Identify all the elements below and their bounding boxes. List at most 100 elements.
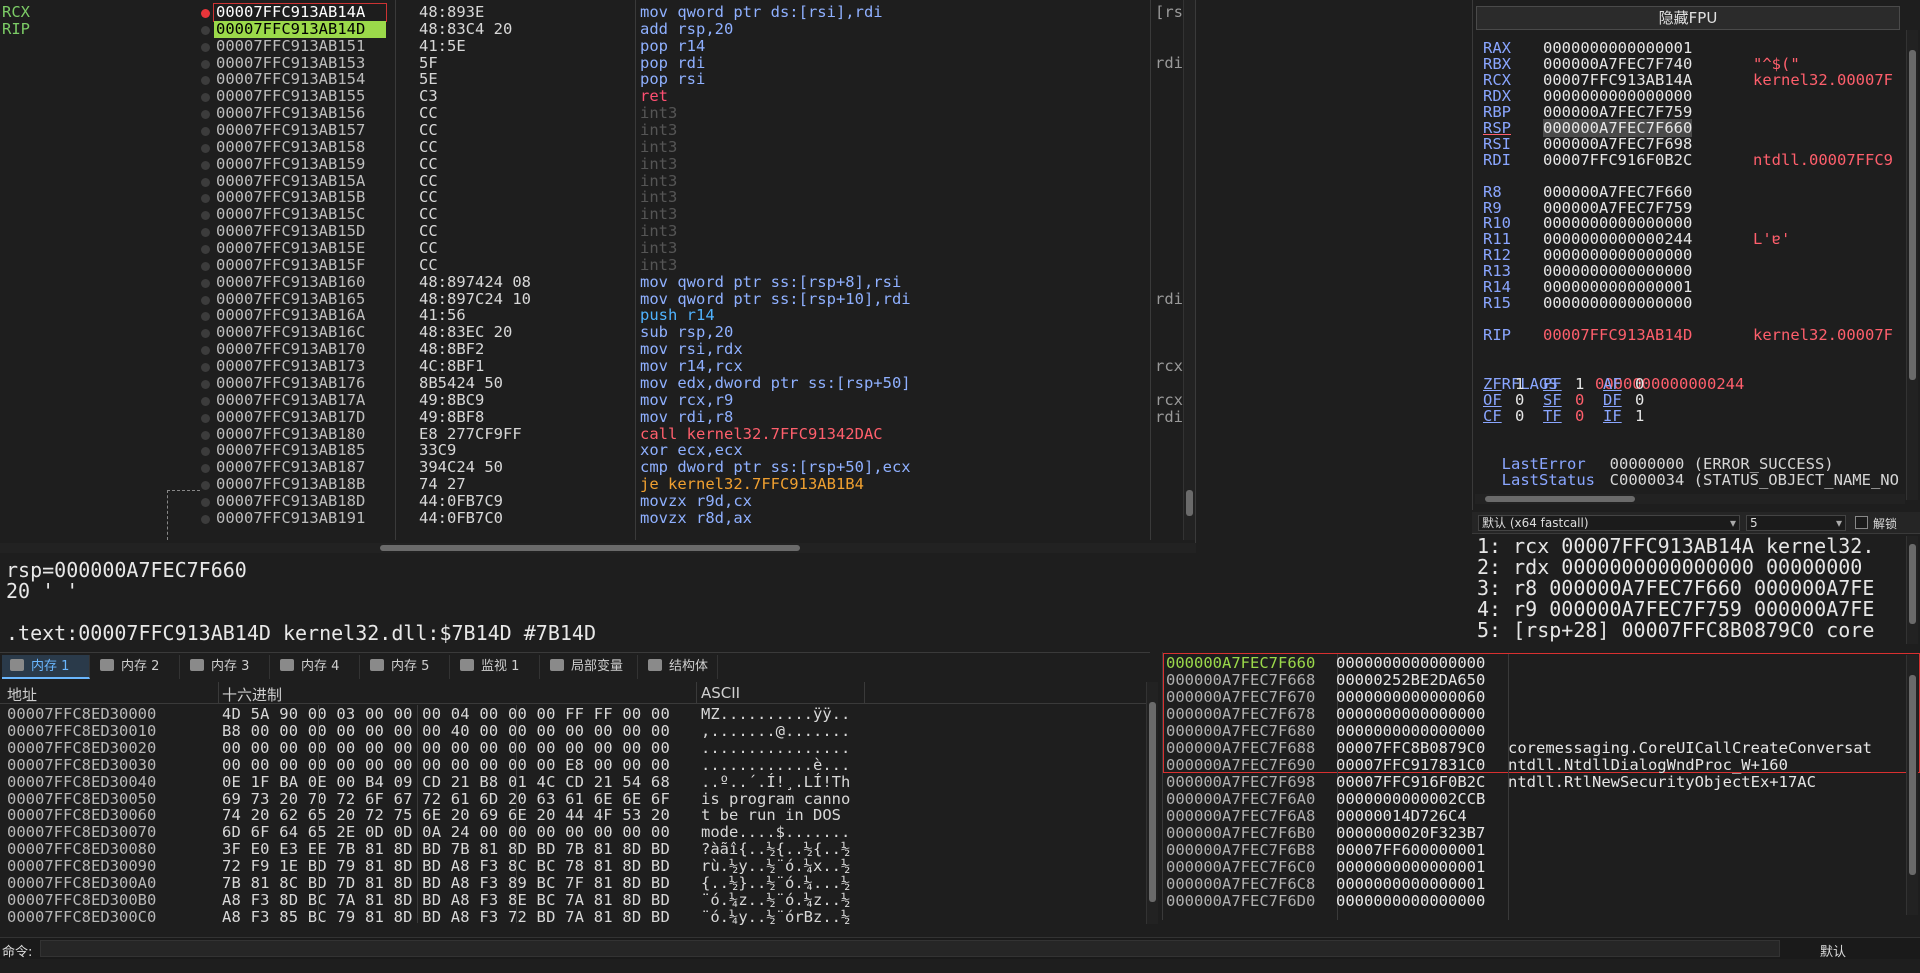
register-row-r15[interactable]: R15 0000000000000000 — [1483, 295, 1692, 311]
dump-row[interactable]: 00007FFC8ED30010 B8 00 00 00 00 00 00 00 … — [0, 722, 1140, 740]
breakpoint-dot-icon[interactable] — [201, 413, 210, 423]
register-value[interactable]: 00007FFC916F0B2C — [1543, 151, 1692, 169]
disasm-address[interactable]: 00007FFC913AB155 — [214, 88, 386, 105]
register-value[interactable]: 0000000000000000 — [1543, 294, 1692, 312]
dump-row[interactable]: 00007FFC8ED30070 6D 6F 64 65 2E 0D 0D 0A … — [0, 824, 1140, 841]
call-arg-row[interactable]: 4: r9 000000A7FEC7F759 000000A7FE — [1477, 599, 1920, 620]
disasm-instruction[interactable]: movzx r8d,ax — [640, 509, 1145, 527]
breakpoint-dot-icon[interactable] — [201, 464, 210, 474]
dump-hex[interactable]: 00 00 00 00 00 00 00 00 00 00 00 00 00 0… — [222, 739, 670, 757]
disasm-row[interactable]: 00007FFC913AB156 CC int3 — [0, 105, 1180, 122]
register-row-rdx[interactable]: RDX 0000000000000000 — [1483, 88, 1692, 104]
register-row-r10[interactable]: R10 0000000000000000 — [1483, 215, 1692, 231]
stack-row[interactable]: 000000A7FEC7F688 00007FFC8B0879C0 coremess… — [1166, 740, 1872, 757]
disasm-row[interactable]: 00007FFC913AB1535Fpop rdirdi:RtlNewSecur… — [0, 54, 1195, 72]
stack-value[interactable]: 0000000000000000 — [1336, 655, 1508, 672]
disasm-instruction[interactable]: mov r14,rcx — [640, 358, 1145, 375]
flag-value[interactable]: 0 — [1515, 392, 1543, 408]
disasm-address[interactable]: 00007FFC913AB16C — [214, 324, 386, 341]
disasm-row[interactable]: 00007FFC913AB151 41:5E pop r14 — [0, 37, 1180, 55]
disasm-address[interactable]: 00007FFC913AB170 — [214, 341, 386, 358]
dump-hex[interactable]: 72 F9 1E BD 79 81 8D BD A8 F3 8C BC 78 8… — [222, 858, 670, 875]
stack-address[interactable]: 000000A7FEC7F680 — [1166, 723, 1336, 740]
disasm-instruction[interactable]: sub rsp,20 — [640, 324, 1145, 341]
disasm-instruction[interactable]: call kernel32.7FFC91342DAC — [640, 425, 1145, 443]
stack-value[interactable]: 0000000000000000 — [1336, 893, 1508, 910]
dump-row[interactable]: 00007FFC8ED30000 4D 5A 90 00 03 00 00 00 … — [0, 706, 1140, 723]
disasm-instruction[interactable]: pop rsi — [640, 71, 1145, 88]
tab-5[interactable]: 内存 5 — [362, 655, 450, 679]
disasm-address[interactable]: 00007FFC913AB187 — [214, 459, 386, 476]
disasm-instruction[interactable]: mov edx,dword ptr ss:[rsp+50] — [640, 374, 1145, 392]
dump-hex[interactable]: B8 00 00 00 00 00 00 00 40 00 00 00 00 0… — [222, 722, 670, 740]
dump-hex[interactable]: 69 73 20 70 72 6F 67 72 61 6D 20 63 61 6… — [222, 790, 670, 808]
disasm-instruction[interactable]: xor ecx,ecx — [640, 442, 1145, 459]
stack-address[interactable]: 000000A7FEC7F6D0 — [1166, 893, 1336, 910]
disassembly-hscrollbar[interactable] — [0, 543, 1196, 553]
flag-name[interactable]: TF — [1543, 408, 1575, 424]
dump-address[interactable]: 00007FFC8ED30000 — [7, 706, 156, 723]
disasm-row[interactable]: RIP 00007FFC913AB14D 48:83C4 20 add rsp,20 — [0, 20, 1180, 38]
stack-value[interactable]: 0000000000000001 — [1336, 859, 1508, 876]
stack-value[interactable]: 00007FFC916F0B2C — [1336, 774, 1508, 791]
breakpoint-dot-icon[interactable] — [201, 379, 210, 389]
dump-ascii[interactable]: ............è... — [701, 756, 850, 774]
breakpoint-dot-icon[interactable] — [201, 59, 210, 69]
flag-name[interactable]: ZF — [1483, 376, 1515, 392]
disasm-row[interactable]: 00007FFC913AB158 CC int3 — [0, 138, 1180, 156]
dump-col-address[interactable]: 地址 — [7, 684, 37, 705]
stack-value[interactable]: 0000000000000000 — [1336, 723, 1508, 740]
stack-value[interactable]: 0000000000000001 — [1336, 876, 1508, 893]
tab-1[interactable]: 内存 1 — [2, 655, 90, 679]
disasm-address[interactable]: 00007FFC913AB15A — [214, 172, 386, 190]
disasm-row[interactable]: 00007FFC913AB15E CC int3 — [0, 240, 1180, 257]
dump-row[interactable]: 00007FFC8ED300C0 A8 F3 85 BC 79 81 8D BD … — [0, 908, 1140, 926]
disasm-address[interactable]: 00007FFC913AB15E — [214, 240, 386, 257]
breakpoint-dot-icon[interactable] — [201, 93, 210, 103]
unlock-checkbox[interactable] — [1855, 516, 1868, 529]
stack-row[interactable]: 000000A7FEC7F660 0000000000000000 — [1166, 655, 1508, 672]
flag-value[interactable]: 1 — [1635, 408, 1663, 424]
stack-address[interactable]: 000000A7FEC7F688 — [1166, 740, 1336, 757]
disasm-instruction[interactable]: movzx r9d,cx — [640, 492, 1145, 510]
disasm-instruction[interactable]: cmp dword ptr ss:[rsp+50],ecx — [640, 459, 1145, 476]
flag-name[interactable]: AF — [1603, 376, 1635, 392]
breakpoint-dot-icon[interactable] — [201, 76, 210, 86]
stack-address[interactable]: 000000A7FEC7F660 — [1166, 655, 1336, 672]
breakpoint-dot-icon[interactable] — [201, 514, 210, 524]
dump-address[interactable]: 00007FFC8ED30040 — [7, 773, 156, 791]
disasm-address[interactable]: 00007FFC913AB15B — [214, 189, 386, 206]
register-row-rip[interactable]: RIP 00007FFC913AB14D kernel32.00007F — [1483, 327, 1893, 343]
dump-ascii[interactable]: {..½}..½¨ó.¼...½ — [701, 875, 850, 892]
stack-address[interactable]: 000000A7FEC7F6A0 — [1166, 791, 1336, 808]
disasm-address[interactable]: 00007FFC913AB18B — [214, 476, 386, 493]
disasm-address[interactable]: 00007FFC913AB18D — [214, 492, 386, 510]
dump-hex[interactable]: 00 00 00 00 00 00 00 00 00 00 00 00 E8 0… — [222, 756, 670, 774]
register-row-rsp[interactable]: RSP 000000A7FEC7F660 — [1483, 118, 1693, 137]
disasm-address[interactable]: 00007FFC913AB153 — [214, 54, 386, 72]
disasm-row[interactable]: 00007FFC913AB17A49:8BC9mov rcx,r9rcx:Qui… — [0, 391, 1195, 409]
stack-row[interactable]: 000000A7FEC7F680 0000000000000000 — [1166, 723, 1508, 740]
disasm-row[interactable]: 00007FFC913AB16A 41:56 push r14 — [0, 307, 1180, 324]
call-arg-row[interactable]: 2: rdx 0000000000000000 00000000 — [1477, 557, 1920, 578]
disasm-row[interactable]: 00007FFC913AB157 CC int3 — [0, 122, 1180, 139]
disasm-instruction[interactable]: int3 — [640, 189, 1145, 206]
register-row-r14[interactable]: R14 0000000000000001 — [1483, 279, 1692, 295]
stack-address[interactable]: 000000A7FEC7F6C0 — [1166, 859, 1336, 876]
disasm-instruction[interactable]: int3 — [640, 105, 1145, 122]
disasm-row[interactable]: 00007FFC913AB165 48:897C24 10 mov qword pt… — [0, 290, 1195, 308]
breakpoint-dot-icon[interactable] — [201, 160, 210, 170]
disasm-address[interactable]: 00007FFC913AB17D — [214, 408, 386, 426]
disasm-row[interactable]: 00007FFC913AB1734C:8BF1mov r14,rcxrcx:Qu… — [0, 358, 1195, 375]
flag-name[interactable]: DF — [1603, 392, 1635, 408]
disasm-row[interactable]: 00007FFC913AB155 C3 ret — [0, 88, 1180, 105]
breakpoint-dot-icon[interactable] — [201, 127, 210, 137]
disasm-instruction[interactable]: pop rdi — [640, 54, 1145, 72]
dump-row[interactable]: 00007FFC8ED30090 72 F9 1E BD 79 81 8D BD … — [0, 858, 1140, 875]
register-row-rsi[interactable]: RSI 000000A7FEC7F698 — [1483, 136, 1692, 152]
dump-ascii[interactable]: ?àãî{..½{..½{..½ — [701, 841, 850, 858]
dump-hex[interactable]: A8 F3 85 BC 79 81 8D BD A8 F3 72 BD 7A 8… — [222, 908, 670, 926]
register-row-rcx[interactable]: RCX 00007FFC913AB14A kernel32.00007F — [1483, 72, 1893, 88]
flag-value[interactable]: 0 — [1515, 408, 1543, 424]
stack-vscrollbar[interactable] — [1906, 655, 1918, 915]
